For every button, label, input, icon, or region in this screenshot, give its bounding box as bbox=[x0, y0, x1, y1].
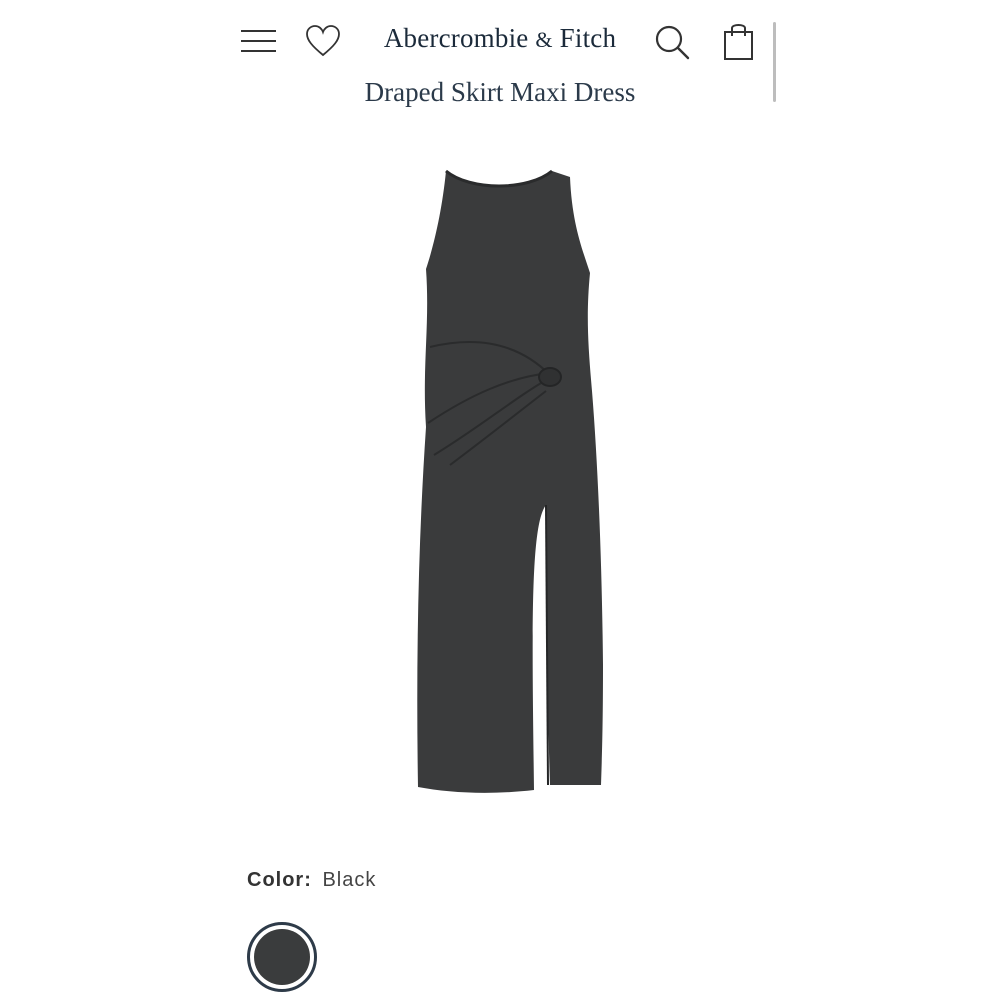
menu-button[interactable] bbox=[238, 22, 280, 62]
product-image[interactable] bbox=[400, 165, 620, 805]
scrollbar[interactable] bbox=[773, 22, 776, 102]
product-title: Draped Skirt Maxi Dress bbox=[364, 77, 636, 107]
shopping-bag-icon bbox=[724, 24, 753, 60]
color-value: Black bbox=[322, 869, 377, 891]
dress-knot bbox=[538, 367, 562, 387]
brand-logo[interactable]: Abercrombie & Fitch bbox=[300, 18, 700, 60]
color-selector-label: Color: Black bbox=[247, 866, 376, 894]
color-label: Color: bbox=[247, 869, 312, 891]
search-icon bbox=[655, 25, 690, 60]
bag-button[interactable] bbox=[720, 20, 758, 64]
menu-icon bbox=[241, 30, 276, 52]
search-button[interactable] bbox=[652, 22, 692, 62]
brand-name-suffix: Fitch bbox=[559, 23, 617, 53]
header: Abercrombie & Fitch Draped Skirt Maxi Dr… bbox=[0, 0, 1000, 120]
brand-name: Abercrombie bbox=[383, 23, 529, 53]
swatch-fill bbox=[254, 929, 310, 985]
color-swatch-black[interactable] bbox=[247, 922, 317, 992]
brand-ampersand: & bbox=[535, 27, 553, 52]
dress-body bbox=[417, 171, 603, 793]
